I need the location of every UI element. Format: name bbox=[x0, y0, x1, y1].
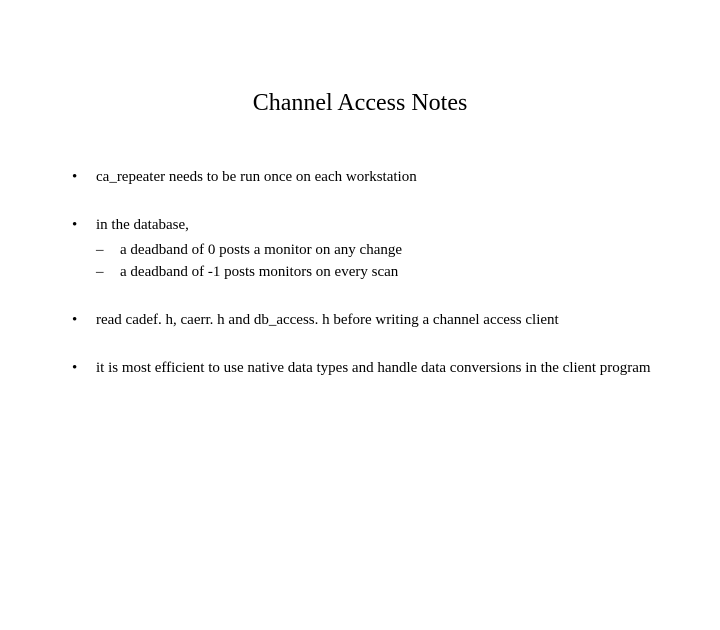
bullet-marker-icon: • bbox=[72, 215, 96, 235]
dash-marker-icon: – bbox=[96, 240, 120, 260]
bullet-text: in the database, bbox=[96, 215, 660, 235]
bullet-item: • it is most efficient to use native dat… bbox=[72, 358, 660, 378]
sub-bullet-item: – a deadband of 0 posts a monitor on any… bbox=[96, 240, 660, 260]
bullet-text: ca_repeater needs to be run once on each… bbox=[96, 167, 660, 187]
bullet-marker-icon: • bbox=[72, 167, 96, 187]
bullet-marker-icon: • bbox=[72, 310, 96, 330]
bullet-text: it is most efficient to use native data … bbox=[96, 358, 660, 378]
sub-bullet-text: a deadband of 0 posts a monitor on any c… bbox=[120, 240, 660, 260]
bullet-item: • read cadef. h, caerr. h and db_access.… bbox=[72, 310, 660, 330]
bullet-text: read cadef. h, caerr. h and db_access. h… bbox=[96, 310, 660, 330]
bullet-item: • ca_repeater needs to be run once on ea… bbox=[72, 167, 660, 187]
bullet-item: • in the database, bbox=[72, 215, 660, 235]
bullet-group: • in the database, – a deadband of 0 pos… bbox=[72, 215, 660, 282]
bullet-marker-icon: • bbox=[72, 358, 96, 378]
dash-marker-icon: – bbox=[96, 262, 120, 282]
sub-bullet-text: a deadband of -1 posts monitors on every… bbox=[120, 262, 660, 282]
slide: Channel Access Notes • ca_repeater needs… bbox=[0, 90, 720, 630]
slide-body: • ca_repeater needs to be run once on ea… bbox=[72, 167, 660, 379]
slide-title: Channel Access Notes bbox=[0, 90, 720, 117]
sub-bullet-item: – a deadband of -1 posts monitors on eve… bbox=[96, 262, 660, 282]
